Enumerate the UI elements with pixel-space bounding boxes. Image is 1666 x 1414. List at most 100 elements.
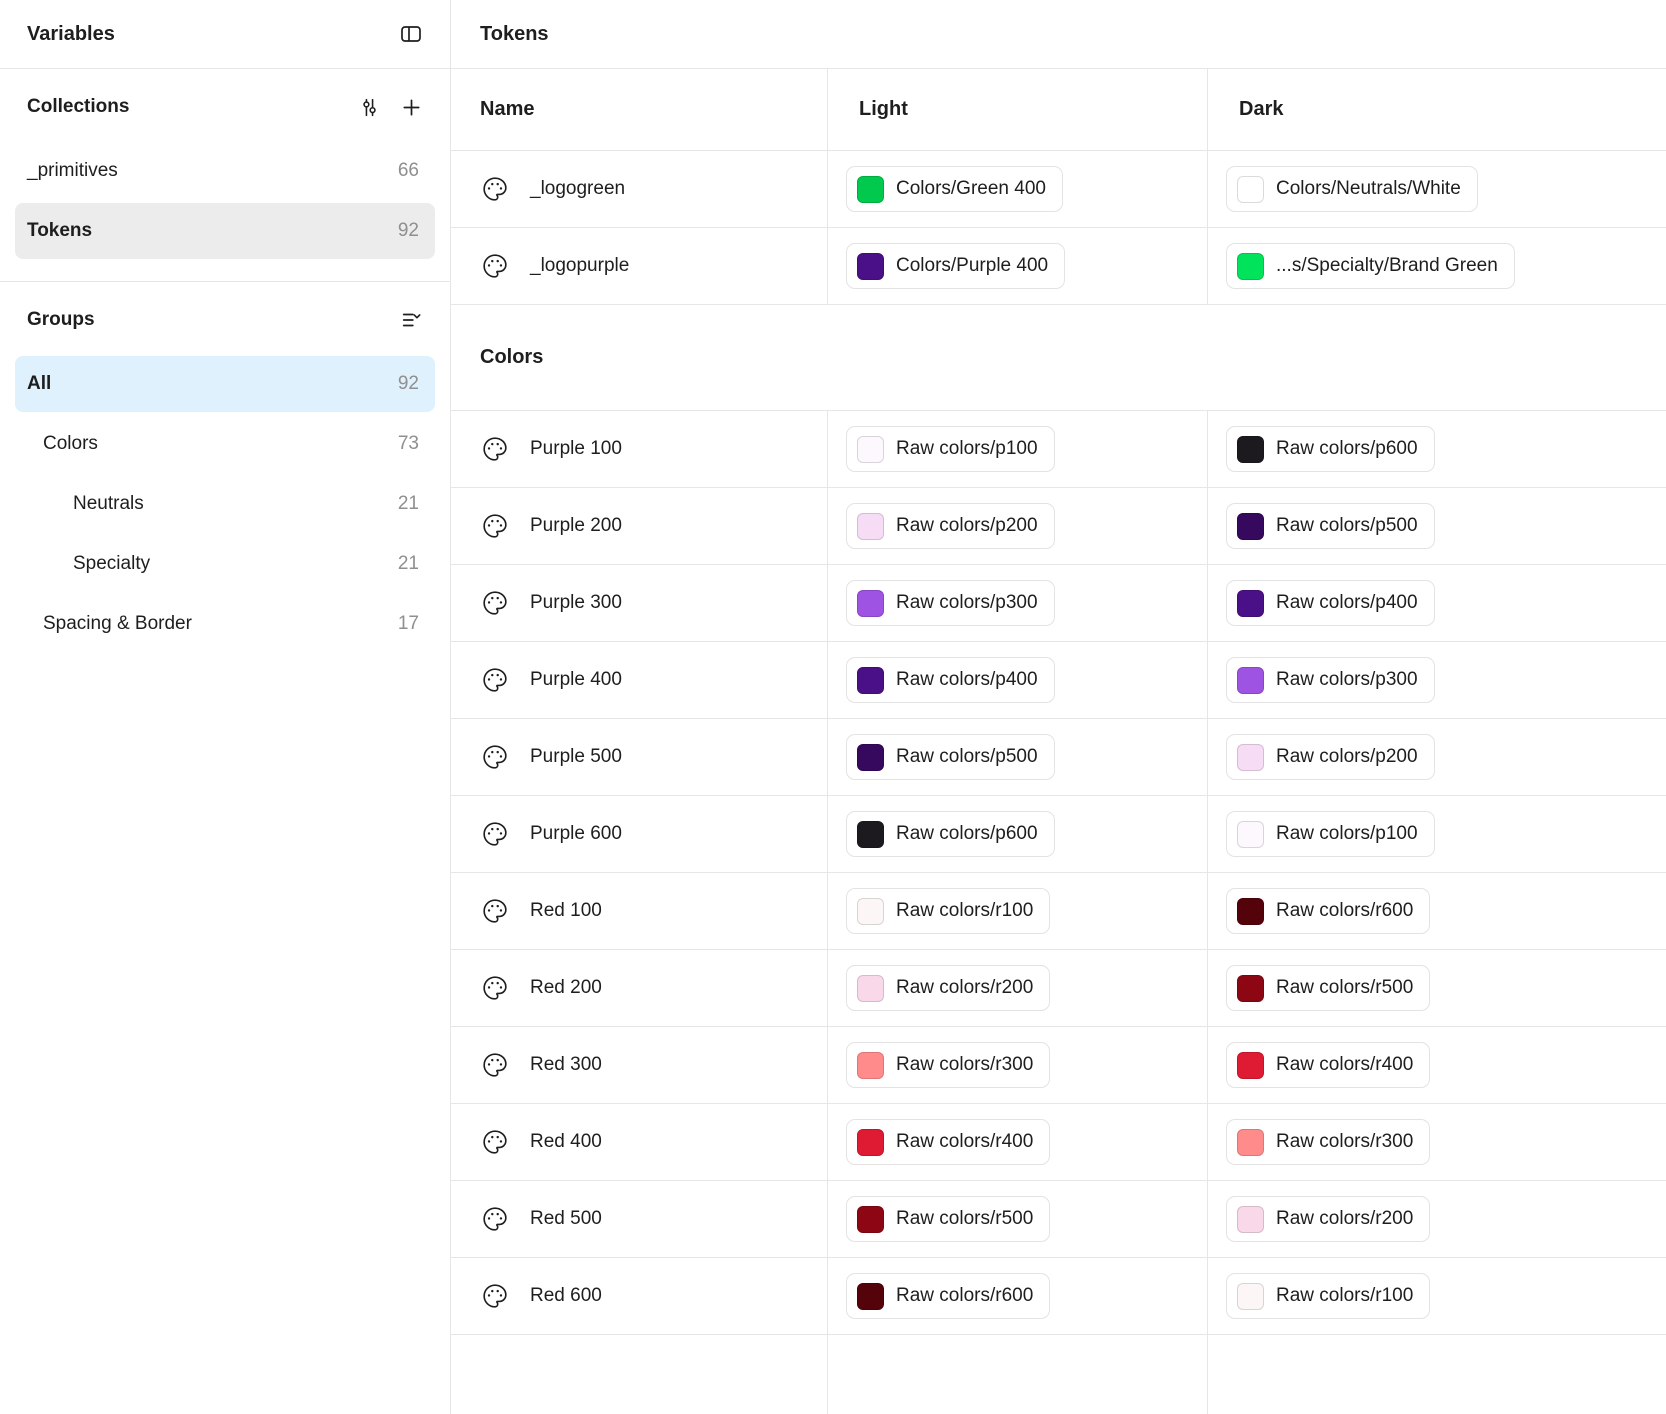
value-label: Raw colors/r400 [1276, 1054, 1414, 1075]
variable-name: Red 100 [530, 900, 602, 921]
dark-value-chip[interactable]: Raw colors/p600 [1226, 426, 1435, 472]
table-row-red-300[interactable]: Red 300 Raw colors/r300 Raw colors/r400 [451, 1027, 1666, 1104]
collection-item-primitives[interactable]: _primitives 66 [15, 143, 435, 199]
dark-value-chip[interactable]: Raw colors/p300 [1226, 657, 1435, 703]
color-swatch [1237, 435, 1264, 463]
light-value-chip[interactable]: Colors/Green 400 [846, 166, 1063, 212]
sidebar-item-count: 17 [397, 613, 419, 634]
value-label: Colors/Green 400 [896, 178, 1046, 199]
palette-icon [482, 436, 508, 462]
light-value-chip[interactable]: Raw colors/r600 [846, 1273, 1051, 1319]
sidebar-item-label: Spacing & Border [43, 613, 192, 634]
dark-value-chip[interactable]: Raw colors/r400 [1226, 1042, 1431, 1088]
color-swatch [857, 820, 884, 848]
palette-icon [482, 1206, 508, 1232]
dark-value-chip[interactable]: Colors/Neutrals/White [1226, 166, 1478, 212]
variable-name: Purple 400 [530, 669, 622, 690]
table-row-purple-300[interactable]: Purple 300 Raw colors/p300 Raw colors/p4… [451, 565, 1666, 642]
dark-value-chip[interactable]: Raw colors/p500 [1226, 503, 1435, 549]
dark-value-chip[interactable]: ...s/Specialty/Brand Green [1226, 243, 1515, 289]
dark-value-chip[interactable]: Raw colors/r500 [1226, 965, 1431, 1011]
table-row-red-500[interactable]: Red 500 Raw colors/r500 Raw colors/r200 [451, 1181, 1666, 1258]
light-value-chip[interactable]: Raw colors/r400 [846, 1119, 1051, 1165]
table-row-purple-400[interactable]: Purple 400 Raw colors/p400 Raw colors/p3… [451, 642, 1666, 719]
light-value-chip[interactable]: Raw colors/p500 [846, 734, 1055, 780]
group-item-neutrals[interactable]: Neutrals 21 [15, 476, 435, 532]
table-row-purple-500[interactable]: Purple 500 Raw colors/p500 Raw colors/p2… [451, 719, 1666, 796]
variable-name: Purple 100 [530, 438, 622, 459]
collapse-groups-icon[interactable] [394, 303, 428, 337]
value-label: Raw colors/p500 [896, 746, 1038, 767]
palette-icon [482, 667, 508, 693]
dark-value-chip[interactable]: Raw colors/r100 [1226, 1273, 1431, 1319]
table-row-purple-200[interactable]: Purple 200 Raw colors/p200 Raw colors/p5… [451, 488, 1666, 565]
table-header-row: Name Light Dark [451, 69, 1666, 151]
add-collection-icon[interactable] [394, 90, 428, 124]
palette-icon [482, 821, 508, 847]
value-label: Raw colors/p300 [896, 592, 1038, 613]
value-label: Raw colors/r500 [896, 1208, 1034, 1229]
table-row-purple-600[interactable]: Purple 600 Raw colors/p600 Raw colors/p1… [451, 796, 1666, 873]
table-row-red-100[interactable]: Red 100 Raw colors/r100 Raw colors/r600 [451, 873, 1666, 950]
dark-value-chip[interactable]: Raw colors/p400 [1226, 580, 1435, 626]
value-label: Raw colors/p400 [1276, 592, 1418, 613]
color-swatch [1237, 897, 1264, 925]
light-value-chip[interactable]: Raw colors/p400 [846, 657, 1055, 703]
color-swatch [857, 252, 884, 280]
palette-icon [482, 513, 508, 539]
column-header-name: Name [480, 98, 535, 120]
value-label: Raw colors/r300 [896, 1054, 1034, 1075]
light-value-chip[interactable]: Colors/Purple 400 [846, 243, 1066, 289]
color-swatch [1237, 252, 1264, 280]
dark-value-chip[interactable]: Raw colors/p200 [1226, 734, 1435, 780]
color-swatch [857, 512, 884, 540]
variable-name: Purple 500 [530, 746, 622, 767]
dark-value-chip[interactable]: Raw colors/p100 [1226, 811, 1435, 857]
sidebar-header: Variables [0, 0, 450, 69]
panel-toggle-icon[interactable] [394, 17, 428, 51]
table-row-logopurple[interactable]: _logopurple Colors/Purple 400 ...s/Speci… [451, 228, 1666, 305]
color-swatch [1237, 820, 1264, 848]
table-empty-area [451, 1335, 1666, 1414]
light-value-chip[interactable]: Raw colors/p200 [846, 503, 1055, 549]
value-label: ...s/Specialty/Brand Green [1276, 255, 1498, 276]
table-row-red-200[interactable]: Red 200 Raw colors/r200 Raw colors/r500 [451, 950, 1666, 1027]
group-item-colors[interactable]: Colors 73 [15, 416, 435, 472]
dark-value-chip[interactable]: Raw colors/r600 [1226, 888, 1431, 934]
light-value-chip[interactable]: Raw colors/r100 [846, 888, 1051, 934]
color-swatch [857, 1051, 884, 1079]
group-item-all[interactable]: All 92 [15, 356, 435, 412]
palette-icon [482, 1283, 508, 1309]
table-row-red-400[interactable]: Red 400 Raw colors/r400 Raw colors/r300 [451, 1104, 1666, 1181]
value-label: Raw colors/p400 [896, 669, 1038, 690]
sidebar-item-label: Tokens [27, 220, 93, 241]
collection-item-tokens[interactable]: Tokens 92 [15, 203, 435, 259]
dark-value-chip[interactable]: Raw colors/r200 [1226, 1196, 1431, 1242]
light-value-chip[interactable]: Raw colors/p600 [846, 811, 1055, 857]
light-value-chip[interactable]: Raw colors/p100 [846, 426, 1055, 472]
table-title: Tokens [451, 0, 1666, 69]
light-value-chip[interactable]: Raw colors/r200 [846, 965, 1051, 1011]
value-label: Raw colors/r100 [896, 900, 1034, 921]
color-swatch [1237, 512, 1264, 540]
variable-name: Red 500 [530, 1208, 602, 1229]
palette-icon [482, 1052, 508, 1078]
sidebar-item-count: 21 [397, 553, 419, 574]
sidebar-item-label: _primitives [27, 160, 118, 181]
group-item-spacing-border[interactable]: Spacing & Border 17 [15, 596, 435, 652]
color-swatch [1237, 589, 1264, 617]
group-item-specialty[interactable]: Specialty 21 [15, 536, 435, 592]
value-label: Raw colors/r600 [1276, 900, 1414, 921]
palette-icon [482, 975, 508, 1001]
color-swatch [1237, 1205, 1264, 1233]
light-value-chip[interactable]: Raw colors/p300 [846, 580, 1055, 626]
variables-panel: Variables Collections _primitives 66 Tok… [0, 0, 1666, 1414]
table-row-logogreen[interactable]: _logogreen Colors/Green 400 Colors/Neutr… [451, 151, 1666, 228]
groups-heading: Groups [27, 309, 95, 330]
light-value-chip[interactable]: Raw colors/r300 [846, 1042, 1051, 1088]
light-value-chip[interactable]: Raw colors/r500 [846, 1196, 1051, 1242]
dark-value-chip[interactable]: Raw colors/r300 [1226, 1119, 1431, 1165]
filter-sliders-icon[interactable] [352, 90, 386, 124]
table-row-red-600[interactable]: Red 600 Raw colors/r600 Raw colors/r100 [451, 1258, 1666, 1335]
table-row-purple-100[interactable]: Purple 100 Raw colors/p100 Raw colors/p6… [451, 411, 1666, 488]
